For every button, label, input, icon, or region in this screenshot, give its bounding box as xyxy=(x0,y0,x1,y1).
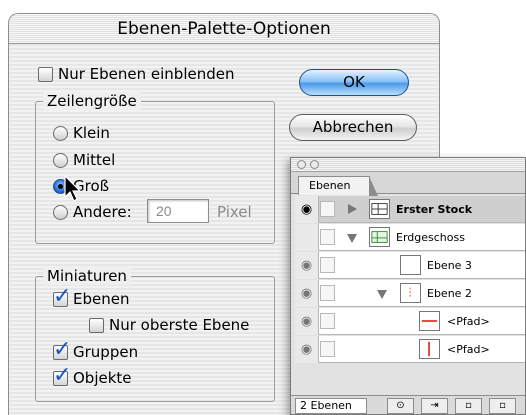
lock-toggle[interactable] xyxy=(320,285,335,301)
custom-row-size-input[interactable] xyxy=(147,199,209,223)
layer-name: Ebene 2 xyxy=(427,287,472,300)
floor-plan-thumbnail-icon xyxy=(369,199,390,219)
thumb-groups-option[interactable]: Gruppen xyxy=(53,339,139,361)
visibility-eye-icon[interactable]: ◉ xyxy=(295,196,319,223)
radio-other[interactable] xyxy=(53,204,68,220)
visibility-eye-icon[interactable]: ◉ xyxy=(295,252,319,279)
new-sublayer-icon[interactable]: ⇥ xyxy=(421,398,448,414)
visibility-eye-icon[interactable]: ◉ xyxy=(295,336,319,363)
palette-titlebar xyxy=(291,158,525,172)
lock-toggle[interactable] xyxy=(320,341,335,357)
layer-name: Ebene 3 xyxy=(427,259,472,272)
cancel-button[interactable]: Abbrechen xyxy=(289,114,417,141)
ok-button[interactable]: OK xyxy=(299,69,409,96)
path-thumbnail-icon xyxy=(400,283,421,303)
show-layers-only-option[interactable]: Nur Ebenen einblenden xyxy=(38,65,234,83)
radio-small-label: Klein xyxy=(73,124,110,142)
lock-toggle[interactable] xyxy=(320,313,335,329)
layers-palette: Ebenen ◉ Erster Stock Erdgeschoss ◉ Eben… xyxy=(290,157,526,415)
layer-row-ebene-3[interactable]: ◉ Ebene 3 xyxy=(295,252,525,279)
expand-triangle-icon[interactable] xyxy=(348,204,357,214)
thumb-objects-option[interactable]: Objekte xyxy=(53,365,132,387)
locate-object-icon[interactable]: ⊙ xyxy=(387,398,414,414)
radio-small[interactable] xyxy=(53,125,68,141)
thumb-top-level-only-label: Nur oberste Ebene xyxy=(109,316,250,334)
vertical-path-thumbnail-icon xyxy=(419,339,440,359)
row-size-small[interactable]: Klein xyxy=(53,124,110,142)
layer-count: 2 Ebenen xyxy=(295,398,367,414)
palette-footer: 2 Ebenen ⊙ ⇥ ▫ ▫ xyxy=(291,395,525,414)
show-layers-only-checkbox[interactable] xyxy=(38,66,53,82)
thumb-layers-checkbox[interactable] xyxy=(53,286,71,308)
pixel-unit-label: Pixel xyxy=(217,203,252,221)
layer-row-ebene-2[interactable]: ◉ Ebene 2 xyxy=(295,280,525,307)
radio-medium[interactable] xyxy=(53,152,68,168)
lock-toggle[interactable] xyxy=(320,201,335,217)
thumb-layers-label: Ebenen xyxy=(73,290,130,308)
horizontal-path-thumbnail-icon xyxy=(419,311,440,331)
layer-name: <Pfad> xyxy=(447,343,490,356)
collapse-triangle-icon[interactable] xyxy=(347,234,357,243)
layer-row-pfad-1[interactable]: ◉ <Pfad> xyxy=(295,308,525,335)
thumb-top-level-only-checkbox[interactable] xyxy=(89,317,104,333)
layer-name: Erdgeschoss xyxy=(396,231,465,244)
collapse-triangle-icon[interactable] xyxy=(377,290,387,299)
duplicate-layer-icon[interactable]: ▫ xyxy=(489,398,516,414)
thumb-objects-checkbox[interactable] xyxy=(53,365,71,387)
radio-other-label: Andere: xyxy=(73,203,132,221)
lock-toggle[interactable] xyxy=(320,257,335,273)
show-layers-only-label: Nur Ebenen einblenden xyxy=(58,65,235,83)
layer-name: <Pfad> xyxy=(447,315,490,328)
layer-row-pfad-2[interactable]: ◉ <Pfad> xyxy=(295,336,525,363)
mouse-pointer-icon xyxy=(64,175,82,202)
zoom-window-icon[interactable] xyxy=(310,160,319,169)
visibility-eye-icon[interactable] xyxy=(295,224,319,251)
floor-plan-thumbnail-icon xyxy=(369,227,390,247)
layer-row-erdgeschoss[interactable]: Erdgeschoss xyxy=(295,224,525,251)
row-size-other[interactable]: Andere: xyxy=(53,203,132,221)
thumbnails-legend: Miniaturen xyxy=(43,267,131,285)
palette-tabbar: Ebenen xyxy=(291,172,525,196)
thumb-layers-option[interactable]: Ebenen xyxy=(53,286,130,308)
visibility-eye-icon[interactable]: ◉ xyxy=(295,280,319,307)
close-window-icon[interactable] xyxy=(297,160,306,169)
layer-row-erster-stock[interactable]: ◉ Erster Stock xyxy=(295,196,525,223)
row-size-medium[interactable]: Mittel xyxy=(53,151,115,169)
row-size-legend: Zeilengröße xyxy=(43,92,141,110)
radio-medium-label: Mittel xyxy=(73,151,116,169)
new-layer-icon[interactable]: ▫ xyxy=(455,398,482,414)
layer-name: Erster Stock xyxy=(396,203,473,216)
lock-toggle[interactable] xyxy=(320,229,335,245)
thumb-top-level-only-option[interactable]: Nur oberste Ebene xyxy=(89,316,249,334)
tab-layers[interactable]: Ebenen xyxy=(298,176,378,196)
thumb-groups-label: Gruppen xyxy=(73,343,139,361)
empty-thumbnail xyxy=(400,255,421,275)
visibility-eye-icon[interactable]: ◉ xyxy=(295,308,319,335)
thumb-objects-label: Objekte xyxy=(73,369,132,387)
thumb-groups-checkbox[interactable] xyxy=(53,339,71,361)
dialog-title: Ebenen-Palette-Optionen xyxy=(9,14,439,44)
